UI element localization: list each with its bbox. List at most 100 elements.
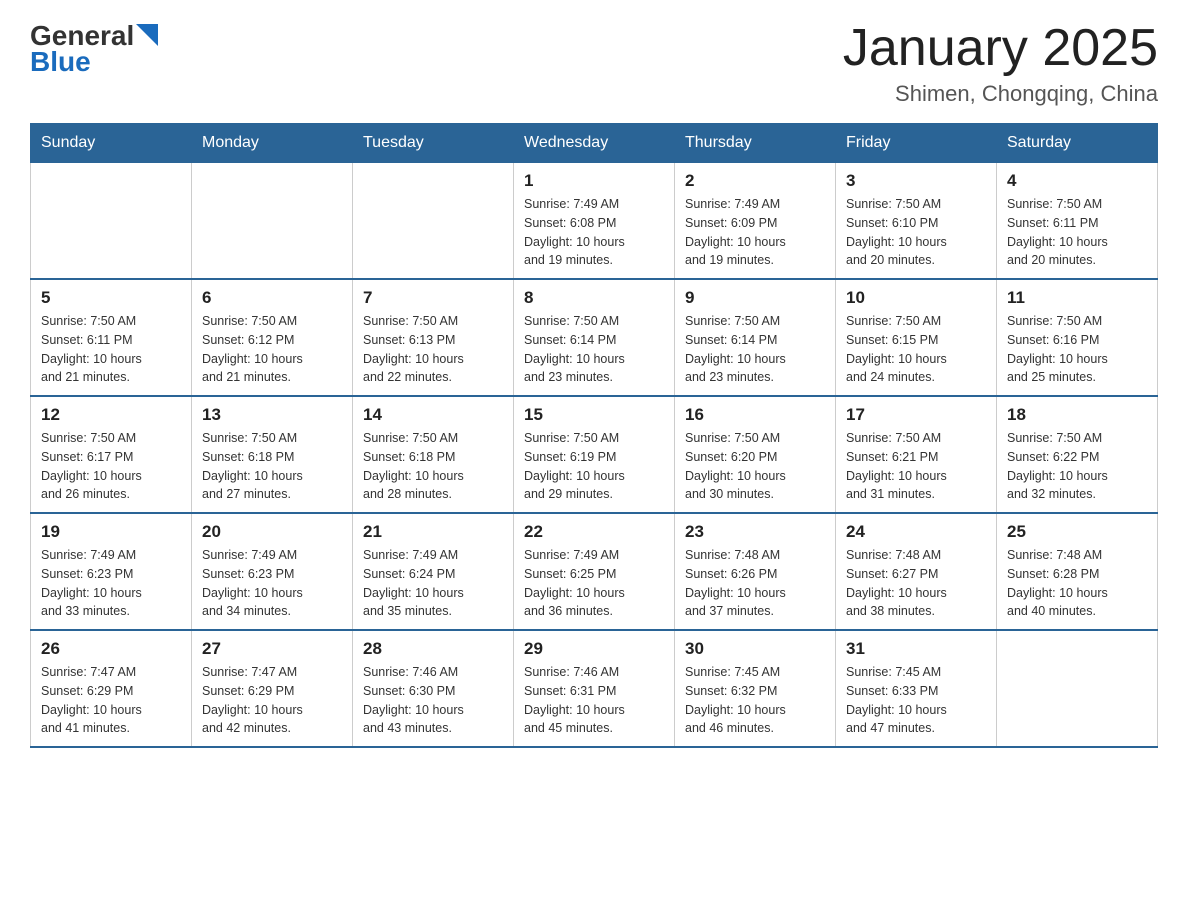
day-header-monday: Monday xyxy=(192,124,353,163)
day-number: 24 xyxy=(846,522,986,542)
day-info: Sunrise: 7:49 AM Sunset: 6:23 PM Dayligh… xyxy=(41,546,181,621)
month-title: January 2025 xyxy=(843,20,1158,77)
day-info: Sunrise: 7:49 AM Sunset: 6:09 PM Dayligh… xyxy=(685,195,825,270)
calendar-cell: 12 Sunrise: 7:50 AM Sunset: 6:17 PM Dayli… xyxy=(31,396,192,513)
week-row-5: 26 Sunrise: 7:47 AM Sunset: 6:29 PM Dayli… xyxy=(31,630,1158,747)
day-info: Sunrise: 7:48 AM Sunset: 6:28 PM Dayligh… xyxy=(1007,546,1147,621)
day-number: 29 xyxy=(524,639,664,659)
calendar-cell: 2 Sunrise: 7:49 AM Sunset: 6:09 PM Daylig… xyxy=(675,163,836,280)
day-number: 26 xyxy=(41,639,181,659)
day-info: Sunrise: 7:50 AM Sunset: 6:14 PM Dayligh… xyxy=(685,312,825,387)
calendar-cell: 28 Sunrise: 7:46 AM Sunset: 6:30 PM Dayli… xyxy=(353,630,514,747)
calendar-cell: 27 Sunrise: 7:47 AM Sunset: 6:29 PM Dayli… xyxy=(192,630,353,747)
calendar-cell: 21Sunrise: 7:49 AM Sunset: 6:24 PM Dayli… xyxy=(353,513,514,630)
calendar-cell xyxy=(997,630,1158,747)
day-info: Sunrise: 7:50 AM Sunset: 6:17 PM Dayligh… xyxy=(41,429,181,504)
day-number: 4 xyxy=(1007,171,1147,191)
day-info: Sunrise: 7:50 AM Sunset: 6:12 PM Dayligh… xyxy=(202,312,342,387)
day-header-saturday: Saturday xyxy=(997,124,1158,163)
day-number: 7 xyxy=(363,288,503,308)
day-number: 11 xyxy=(1007,288,1147,308)
day-info: Sunrise: 7:48 AM Sunset: 6:26 PM Dayligh… xyxy=(685,546,825,621)
day-number: 16 xyxy=(685,405,825,425)
day-info: Sunrise: 7:50 AM Sunset: 6:18 PM Dayligh… xyxy=(202,429,342,504)
day-number: 19 xyxy=(41,522,181,542)
calendar-cell: 10 Sunrise: 7:50 AM Sunset: 6:15 PM Dayli… xyxy=(836,279,997,396)
calendar-body: 1Sunrise: 7:49 AM Sunset: 6:08 PM Daylig… xyxy=(31,163,1158,748)
day-info: Sunrise: 7:50 AM Sunset: 6:11 PM Dayligh… xyxy=(1007,195,1147,270)
calendar-cell xyxy=(31,163,192,280)
day-info: Sunrise: 7:50 AM Sunset: 6:13 PM Dayligh… xyxy=(363,312,503,387)
day-info: Sunrise: 7:49 AM Sunset: 6:25 PM Dayligh… xyxy=(524,546,664,621)
day-number: 3 xyxy=(846,171,986,191)
day-info: Sunrise: 7:49 AM Sunset: 6:08 PM Dayligh… xyxy=(524,195,664,270)
week-row-4: 19 Sunrise: 7:49 AM Sunset: 6:23 PM Dayli… xyxy=(31,513,1158,630)
day-number: 25 xyxy=(1007,522,1147,542)
day-number: 12 xyxy=(41,405,181,425)
title-block: January 2025 Shimen, Chongqing, China xyxy=(843,20,1158,107)
calendar-cell: 31 Sunrise: 7:45 AM Sunset: 6:33 PM Dayli… xyxy=(836,630,997,747)
calendar-cell: 25 Sunrise: 7:48 AM Sunset: 6:28 PM Dayli… xyxy=(997,513,1158,630)
day-number: 5 xyxy=(41,288,181,308)
day-info: Sunrise: 7:50 AM Sunset: 6:10 PM Dayligh… xyxy=(846,195,986,270)
calendar-cell: 9 Sunrise: 7:50 AM Sunset: 6:14 PM Daylig… xyxy=(675,279,836,396)
calendar-cell: 14 Sunrise: 7:50 AM Sunset: 6:18 PM Dayli… xyxy=(353,396,514,513)
week-row-1: 1Sunrise: 7:49 AM Sunset: 6:08 PM Daylig… xyxy=(31,163,1158,280)
days-header-row: SundayMondayTuesdayWednesdayThursdayFrid… xyxy=(31,124,1158,163)
day-info: Sunrise: 7:47 AM Sunset: 6:29 PM Dayligh… xyxy=(41,663,181,738)
day-header-wednesday: Wednesday xyxy=(514,124,675,163)
day-number: 30 xyxy=(685,639,825,659)
calendar-cell: 22 Sunrise: 7:49 AM Sunset: 6:25 PM Dayli… xyxy=(514,513,675,630)
calendar-cell xyxy=(192,163,353,280)
calendar-cell: 8Sunrise: 7:50 AM Sunset: 6:14 PM Daylig… xyxy=(514,279,675,396)
day-number: 15 xyxy=(524,405,664,425)
calendar-cell xyxy=(353,163,514,280)
calendar-cell: 29Sunrise: 7:46 AM Sunset: 6:31 PM Dayli… xyxy=(514,630,675,747)
day-number: 6 xyxy=(202,288,342,308)
day-number: 18 xyxy=(1007,405,1147,425)
day-info: Sunrise: 7:50 AM Sunset: 6:16 PM Dayligh… xyxy=(1007,312,1147,387)
day-number: 2 xyxy=(685,171,825,191)
day-info: Sunrise: 7:50 AM Sunset: 6:22 PM Dayligh… xyxy=(1007,429,1147,504)
day-info: Sunrise: 7:47 AM Sunset: 6:29 PM Dayligh… xyxy=(202,663,342,738)
calendar-cell: 11 Sunrise: 7:50 AM Sunset: 6:16 PM Dayli… xyxy=(997,279,1158,396)
calendar-cell: 19 Sunrise: 7:49 AM Sunset: 6:23 PM Dayli… xyxy=(31,513,192,630)
day-number: 13 xyxy=(202,405,342,425)
calendar-cell: 17Sunrise: 7:50 AM Sunset: 6:21 PM Dayli… xyxy=(836,396,997,513)
day-number: 27 xyxy=(202,639,342,659)
calendar-cell: 18 Sunrise: 7:50 AM Sunset: 6:22 PM Dayli… xyxy=(997,396,1158,513)
day-info: Sunrise: 7:50 AM Sunset: 6:19 PM Dayligh… xyxy=(524,429,664,504)
calendar-table: SundayMondayTuesdayWednesdayThursdayFrid… xyxy=(30,123,1158,748)
day-header-friday: Friday xyxy=(836,124,997,163)
week-row-3: 12 Sunrise: 7:50 AM Sunset: 6:17 PM Dayli… xyxy=(31,396,1158,513)
calendar-cell: 16 Sunrise: 7:50 AM Sunset: 6:20 PM Dayli… xyxy=(675,396,836,513)
day-info: Sunrise: 7:50 AM Sunset: 6:20 PM Dayligh… xyxy=(685,429,825,504)
day-number: 20 xyxy=(202,522,342,542)
day-number: 22 xyxy=(524,522,664,542)
calendar-cell: 15 Sunrise: 7:50 AM Sunset: 6:19 PM Dayli… xyxy=(514,396,675,513)
logo-blue: Blue xyxy=(30,46,91,78)
calendar-cell: 20Sunrise: 7:49 AM Sunset: 6:23 PM Dayli… xyxy=(192,513,353,630)
day-number: 14 xyxy=(363,405,503,425)
logo: General Blue xyxy=(30,20,158,78)
week-row-2: 5 Sunrise: 7:50 AM Sunset: 6:11 PM Daylig… xyxy=(31,279,1158,396)
day-number: 23 xyxy=(685,522,825,542)
day-info: Sunrise: 7:50 AM Sunset: 6:18 PM Dayligh… xyxy=(363,429,503,504)
logo-triangle-icon xyxy=(136,24,158,46)
day-number: 21 xyxy=(363,522,503,542)
calendar-cell: 6 Sunrise: 7:50 AM Sunset: 6:12 PM Daylig… xyxy=(192,279,353,396)
day-number: 10 xyxy=(846,288,986,308)
day-info: Sunrise: 7:50 AM Sunset: 6:11 PM Dayligh… xyxy=(41,312,181,387)
day-info: Sunrise: 7:45 AM Sunset: 6:33 PM Dayligh… xyxy=(846,663,986,738)
day-number: 28 xyxy=(363,639,503,659)
day-number: 31 xyxy=(846,639,986,659)
calendar-cell: 30 Sunrise: 7:45 AM Sunset: 6:32 PM Dayli… xyxy=(675,630,836,747)
day-number: 9 xyxy=(685,288,825,308)
page-header: General Blue January 2025 Shimen, Chongq… xyxy=(30,20,1158,107)
day-info: Sunrise: 7:50 AM Sunset: 6:15 PM Dayligh… xyxy=(846,312,986,387)
day-header-sunday: Sunday xyxy=(31,124,192,163)
day-info: Sunrise: 7:45 AM Sunset: 6:32 PM Dayligh… xyxy=(685,663,825,738)
calendar-cell: 5 Sunrise: 7:50 AM Sunset: 6:11 PM Daylig… xyxy=(31,279,192,396)
calendar-cell: 26 Sunrise: 7:47 AM Sunset: 6:29 PM Dayli… xyxy=(31,630,192,747)
day-info: Sunrise: 7:46 AM Sunset: 6:30 PM Dayligh… xyxy=(363,663,503,738)
